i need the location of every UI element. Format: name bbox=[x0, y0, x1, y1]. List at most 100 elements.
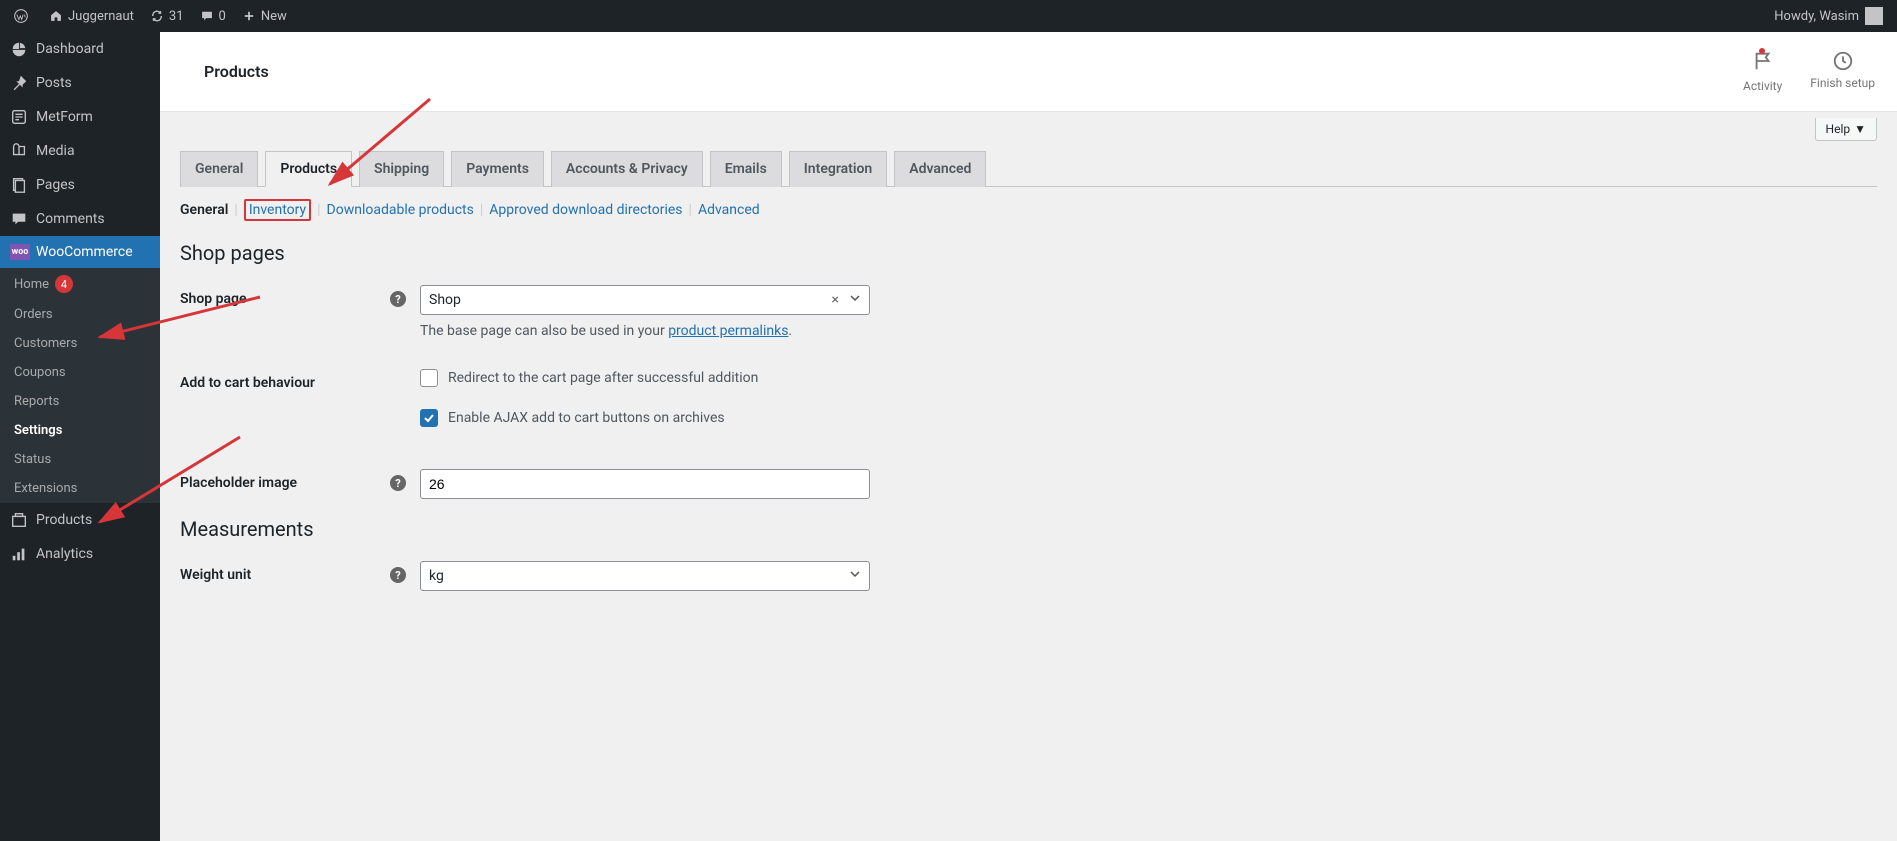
wc-header: Products Activity Finish setup bbox=[160, 32, 1897, 112]
home-icon bbox=[49, 9, 63, 23]
comment-icon bbox=[200, 9, 214, 23]
ajax-label: Enable AJAX add to cart buttons on archi… bbox=[448, 410, 725, 426]
placeholder-image-input[interactable] bbox=[420, 469, 870, 499]
weight-unit-select[interactable]: kg bbox=[420, 561, 870, 591]
menu-dashboard-label: Dashboard bbox=[36, 41, 104, 57]
notification-dot bbox=[1759, 48, 1765, 54]
analytics-icon bbox=[10, 545, 28, 563]
subtab-advanced[interactable]: Advanced bbox=[698, 202, 760, 218]
tab-general[interactable]: General bbox=[180, 151, 258, 187]
dashboard-icon bbox=[10, 40, 28, 58]
main-content: Products Activity Finish setup Help ▼ bbox=[160, 32, 1897, 841]
submenu-reports[interactable]: Reports bbox=[0, 387, 160, 416]
howdy-label: Howdy, Wasim bbox=[1774, 9, 1859, 24]
ajax-checkbox[interactable] bbox=[420, 409, 438, 427]
menu-comments-label: Comments bbox=[36, 211, 105, 227]
comments-count: 0 bbox=[219, 9, 226, 24]
weight-unit-value: kg bbox=[429, 568, 444, 584]
updates-link[interactable]: 31 bbox=[142, 0, 192, 32]
help-icon[interactable]: ? bbox=[390, 291, 406, 307]
menu-metform-label: MetForm bbox=[36, 109, 93, 125]
clock-icon bbox=[1832, 50, 1854, 72]
refresh-icon bbox=[150, 9, 164, 23]
redirect-label: Redirect to the cart page after successf… bbox=[448, 370, 758, 386]
submenu-extensions[interactable]: Extensions bbox=[0, 474, 160, 503]
avatar bbox=[1865, 7, 1883, 25]
tab-accounts[interactable]: Accounts & Privacy bbox=[551, 151, 703, 187]
menu-analytics-label: Analytics bbox=[36, 546, 93, 562]
help-icon[interactable]: ? bbox=[390, 475, 406, 491]
finish-setup-label: Finish setup bbox=[1810, 76, 1875, 90]
site-name-label: Juggernaut bbox=[68, 9, 134, 24]
submenu-home[interactable]: Home 4 bbox=[0, 268, 160, 300]
shop-page-description: The base page can also be used in your p… bbox=[420, 323, 870, 339]
submenu-home-label: Home bbox=[14, 277, 49, 292]
new-content-link[interactable]: New bbox=[234, 0, 295, 32]
wp-logo[interactable] bbox=[6, 0, 41, 32]
menu-products[interactable]: Products bbox=[0, 503, 160, 537]
tab-integration[interactable]: Integration bbox=[789, 151, 887, 187]
submenu-settings[interactable]: Settings bbox=[0, 416, 160, 445]
woocommerce-icon: woo bbox=[10, 244, 30, 260]
shop-page-select[interactable]: Shop × bbox=[420, 285, 870, 315]
help-label: Help bbox=[1826, 122, 1851, 136]
section-shop-pages: Shop pages bbox=[180, 241, 1877, 265]
pin-icon bbox=[10, 74, 28, 92]
shop-page-label: Shop page bbox=[180, 291, 247, 307]
menu-metform[interactable]: MetForm bbox=[0, 100, 160, 134]
tab-shipping[interactable]: Shipping bbox=[359, 151, 444, 187]
products-icon bbox=[10, 511, 28, 529]
new-label: New bbox=[261, 9, 287, 24]
clear-icon[interactable]: × bbox=[832, 292, 839, 308]
menu-posts-label: Posts bbox=[36, 75, 72, 91]
product-permalinks-link[interactable]: product permalinks bbox=[668, 323, 788, 339]
section-measurements: Measurements bbox=[180, 517, 1877, 541]
menu-analytics[interactable]: Analytics bbox=[0, 537, 160, 571]
submenu-customers[interactable]: Customers bbox=[0, 329, 160, 358]
redirect-checkbox[interactable] bbox=[420, 369, 438, 387]
subtab-approved[interactable]: Approved download directories bbox=[489, 202, 682, 218]
menu-media-label: Media bbox=[36, 143, 75, 159]
admin-bar: Juggernaut 31 0 New Howdy, Wasim bbox=[0, 0, 1897, 32]
placeholder-image-label: Placeholder image bbox=[180, 475, 297, 491]
settings-tabs: General Products Shipping Payments Accou… bbox=[180, 151, 1877, 187]
woocommerce-submenu: Home 4 Orders Customers Coupons Reports … bbox=[0, 268, 160, 503]
menu-posts[interactable]: Posts bbox=[0, 66, 160, 100]
help-icon[interactable]: ? bbox=[390, 567, 406, 583]
submenu-coupons[interactable]: Coupons bbox=[0, 358, 160, 387]
site-name-link[interactable]: Juggernaut bbox=[41, 0, 142, 32]
menu-comments[interactable]: Comments bbox=[0, 202, 160, 236]
chevron-down-icon bbox=[849, 568, 861, 584]
comments-icon bbox=[10, 210, 28, 228]
tab-payments[interactable]: Payments bbox=[451, 151, 544, 187]
menu-woocommerce[interactable]: woo WooCommerce bbox=[0, 236, 160, 268]
submenu-status[interactable]: Status bbox=[0, 445, 160, 474]
media-icon bbox=[10, 142, 28, 160]
tab-advanced[interactable]: Advanced bbox=[894, 151, 986, 187]
comments-link[interactable]: 0 bbox=[192, 0, 234, 32]
subtab-general[interactable]: General bbox=[180, 202, 228, 218]
sub-tabs: General | Inventory | Downloadable produ… bbox=[180, 199, 1877, 221]
menu-pages[interactable]: Pages bbox=[0, 168, 160, 202]
subtab-downloadable[interactable]: Downloadable products bbox=[327, 202, 474, 218]
activity-button[interactable]: Activity bbox=[1743, 50, 1782, 93]
page-title: Products bbox=[204, 62, 269, 81]
home-count-badge: 4 bbox=[55, 275, 73, 293]
tab-products[interactable]: Products bbox=[265, 151, 352, 187]
updates-count: 31 bbox=[169, 9, 184, 24]
weight-unit-label: Weight unit bbox=[180, 567, 251, 583]
dropdown-triangle-icon: ▼ bbox=[1854, 122, 1866, 136]
tab-emails[interactable]: Emails bbox=[710, 151, 782, 187]
pages-icon bbox=[10, 176, 28, 194]
menu-dashboard[interactable]: Dashboard bbox=[0, 32, 160, 66]
form-icon bbox=[10, 108, 28, 126]
plus-icon bbox=[242, 9, 256, 23]
menu-products-label: Products bbox=[36, 512, 92, 528]
subtab-inventory[interactable]: Inventory bbox=[244, 199, 311, 221]
help-tab[interactable]: Help ▼ bbox=[1815, 118, 1877, 141]
wordpress-icon bbox=[14, 9, 28, 23]
menu-media[interactable]: Media bbox=[0, 134, 160, 168]
submenu-orders[interactable]: Orders bbox=[0, 300, 160, 329]
my-account-link[interactable]: Howdy, Wasim bbox=[1766, 0, 1891, 32]
finish-setup-button[interactable]: Finish setup bbox=[1810, 50, 1875, 93]
